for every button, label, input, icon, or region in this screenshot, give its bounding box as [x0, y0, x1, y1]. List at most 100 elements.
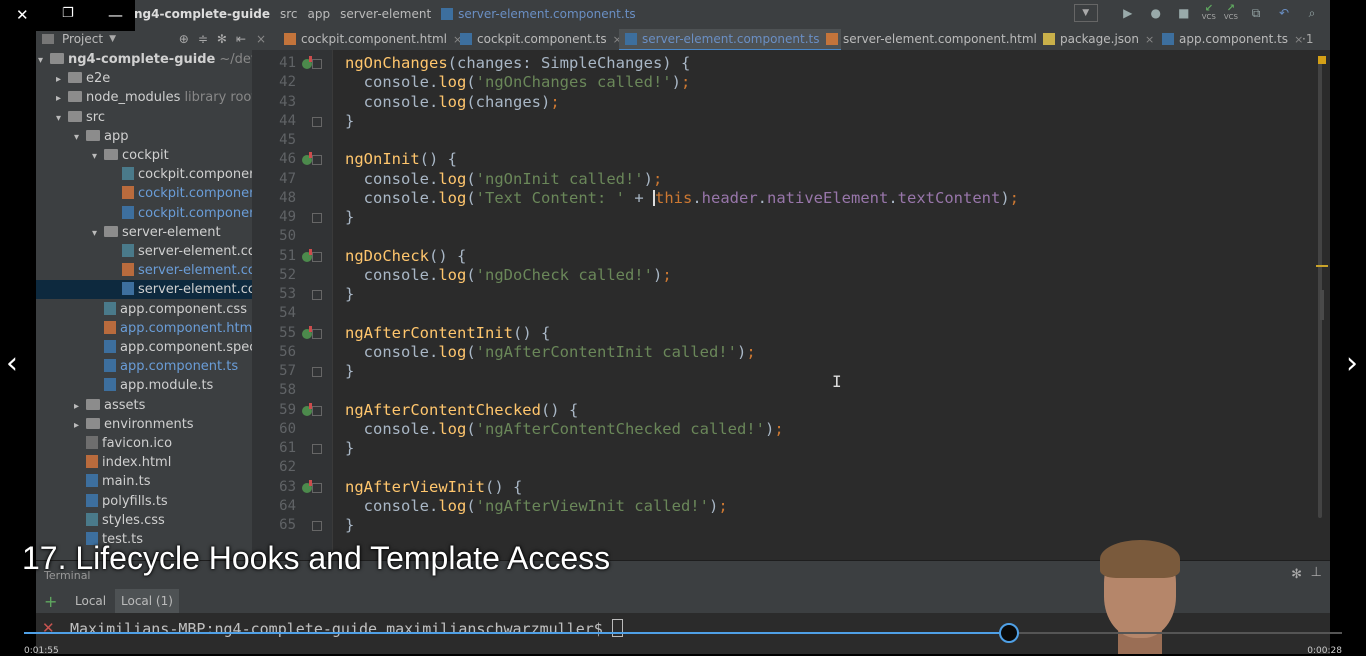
breadcrumb-project[interactable]: ng4-complete-guide — [134, 7, 270, 21]
code-line[interactable]: ngAfterContentInit() { — [345, 324, 550, 343]
chevron-down-icon[interactable]: ▾ — [56, 109, 68, 128]
chevron-right-icon[interactable]: ▸ — [74, 416, 86, 435]
tab-app-component-ts[interactable]: app.component.ts × — [1162, 28, 1303, 50]
implements-method-icon[interactable] — [302, 152, 312, 166]
implements-method-icon[interactable] — [302, 479, 312, 493]
new-terminal-icon[interactable]: + — [44, 592, 57, 611]
vcs-update-icon[interactable]: ↙ VCS — [1202, 4, 1216, 22]
history-icon[interactable]: ⧉ — [1246, 4, 1266, 22]
locate-icon[interactable]: ⊕ — [179, 32, 189, 46]
implements-method-icon[interactable] — [302, 56, 312, 69]
tabs-overflow-button[interactable]: ·1 — [1302, 28, 1313, 50]
fold-icon[interactable] — [312, 405, 322, 416]
fold-icon[interactable] — [312, 482, 322, 493]
editor-scrollbar[interactable] — [1318, 58, 1322, 518]
implements-method-icon[interactable] — [302, 402, 312, 416]
fold-icon[interactable] — [312, 444, 322, 454]
close-terminal-icon[interactable]: ✕ — [42, 619, 55, 637]
tree-folder[interactable]: ▸ e2e — [36, 69, 252, 88]
tab-close-icon[interactable]: × — [256, 28, 266, 50]
tab-cockpit-html[interactable]: cockpit.component.html × — [284, 28, 462, 50]
chevron-down-icon[interactable]: ▼ — [109, 34, 116, 44]
project-panel-title[interactable]: Project — [62, 32, 103, 46]
code-line[interactable]: } — [345, 362, 354, 381]
tree-file[interactable]: styles.css — [36, 511, 252, 530]
code-line[interactable]: ngAfterContentChecked() { — [345, 401, 578, 420]
chevron-right-icon[interactable]: ▸ — [56, 89, 68, 108]
code-line[interactable]: } — [345, 439, 354, 458]
search-icon[interactable]: ⌕ — [1302, 4, 1322, 22]
fold-icon[interactable] — [312, 251, 322, 262]
breadcrumb-server-element[interactable]: server-element — [96, 7, 431, 21]
tree-folder[interactable]: ▾ src — [36, 108, 252, 127]
tree-file[interactable]: app.module.ts — [36, 376, 252, 395]
hide-panel-icon[interactable]: ⇤ — [236, 32, 246, 46]
tree-folder[interactable]: ▾ server-element — [36, 223, 252, 242]
warning-marker[interactable] — [1318, 56, 1326, 64]
tree-file[interactable]: server-element.com — [36, 261, 252, 280]
code-line[interactable]: } — [345, 516, 354, 535]
code-line[interactable]: console.log('Text Content: ' + this.head… — [345, 189, 1019, 208]
next-arrow-icon[interactable]: › — [1346, 346, 1358, 381]
tab-package-json[interactable]: package.json × — [1043, 28, 1154, 50]
chevron-down-icon[interactable]: ▾ — [92, 224, 104, 243]
tree-file[interactable]: polyfills.ts — [36, 492, 252, 511]
tab-terminal-local[interactable]: Local — [75, 594, 106, 608]
stop-icon[interactable]: ■ — [1174, 4, 1194, 22]
tree-folder[interactable]: ▸ environments — [36, 415, 252, 434]
tree-file[interactable]: app.component.ts — [36, 357, 252, 376]
chevron-right-icon[interactable]: ▸ — [56, 70, 68, 89]
tree-file[interactable]: index.html — [36, 453, 252, 472]
implements-method-icon[interactable] — [302, 248, 312, 262]
code-line[interactable]: } — [345, 208, 354, 227]
fold-icon[interactable] — [312, 521, 322, 531]
tree-file[interactable]: cockpit.component. — [36, 184, 252, 203]
minimize-icon[interactable]: — — [108, 6, 123, 24]
code-line[interactable]: } — [345, 285, 354, 304]
tree-file[interactable]: server-element.com — [36, 242, 252, 261]
tab-terminal-local-1[interactable]: Local (1) — [115, 589, 179, 613]
chevron-down-icon[interactable]: ▾ — [74, 128, 86, 147]
breadcrumb-file[interactable]: server-element.component.ts — [441, 7, 636, 21]
fold-icon[interactable] — [312, 290, 322, 300]
gear-icon[interactable]: ✻ — [1291, 567, 1302, 582]
code-line[interactable]: console.log('ngAfterContentChecked calle… — [345, 420, 784, 439]
code-line[interactable]: console.log('ngOnInit called!'); — [345, 170, 663, 189]
tab-server-element-ts[interactable]: server-element.component.ts× — [619, 29, 841, 51]
code-line[interactable]: console.log('ngAfterViewInit called!'); — [345, 497, 728, 516]
breadcrumb-app[interactable]: app — [96, 7, 330, 21]
tree-folder[interactable]: ▸ assets — [36, 396, 252, 415]
code-line[interactable]: console.log('ngDoCheck called!'); — [345, 266, 672, 285]
vcs-commit-icon[interactable]: ↗ VCS — [1224, 4, 1238, 22]
code-line[interactable]: ngDoCheck() { — [345, 247, 466, 266]
code-line[interactable]: console.log('ngAfterContentInit called!'… — [345, 343, 756, 362]
gear-icon[interactable]: ✻ — [217, 32, 227, 46]
fold-icon[interactable] — [312, 59, 322, 69]
scroll-thumb[interactable] — [1320, 290, 1324, 320]
run-icon[interactable]: ▶ — [1118, 4, 1138, 22]
code-line[interactable]: } — [345, 112, 354, 131]
breadcrumb-src[interactable]: src — [96, 7, 298, 21]
code-line[interactable]: ngOnChanges(changes: SimpleChanges) { — [345, 54, 690, 73]
terminal-input[interactable]: Maximilians-MBP:ng4-complete-guide maxim… — [70, 619, 623, 638]
tree-file[interactable]: server-element.com — [36, 280, 252, 300]
code-line[interactable]: console.log('ngOnChanges called!'); — [345, 73, 691, 92]
code-editor[interactable]: 41 42 43 44 45 46 47 48 49 50 51 52 53 54 55 56 57 58 59 60… — [252, 50, 1330, 560]
tree-root[interactable]: ▾ ng4-complete-guide~/develop — [36, 50, 252, 69]
error-stripe-marker[interactable] — [1316, 265, 1328, 267]
tree-file[interactable]: app.component.html — [36, 319, 252, 338]
progress-knob[interactable] — [998, 623, 1019, 643]
code-line[interactable]: console.log(changes); — [345, 93, 560, 112]
tree-file[interactable]: main.ts — [36, 472, 252, 491]
collapse-icon[interactable]: ≑ — [198, 32, 208, 46]
tab-server-element-html[interactable]: server-element.component.html× — [826, 28, 1052, 50]
implements-method-icon[interactable] — [302, 325, 312, 339]
minimize-icon[interactable]: ⊥ — [1311, 565, 1322, 580]
tree-file[interactable]: cockpit.component. — [36, 165, 252, 184]
tree-file[interactable]: app.component.css — [36, 300, 252, 319]
close-icon[interactable]: × — [1145, 33, 1154, 46]
tree-folder[interactable]: ▾ app — [36, 127, 252, 146]
chevron-down-icon[interactable]: ▾ — [92, 147, 104, 166]
close-icon[interactable]: ✕ — [16, 6, 29, 24]
debug-icon[interactable]: ● — [1146, 4, 1166, 22]
